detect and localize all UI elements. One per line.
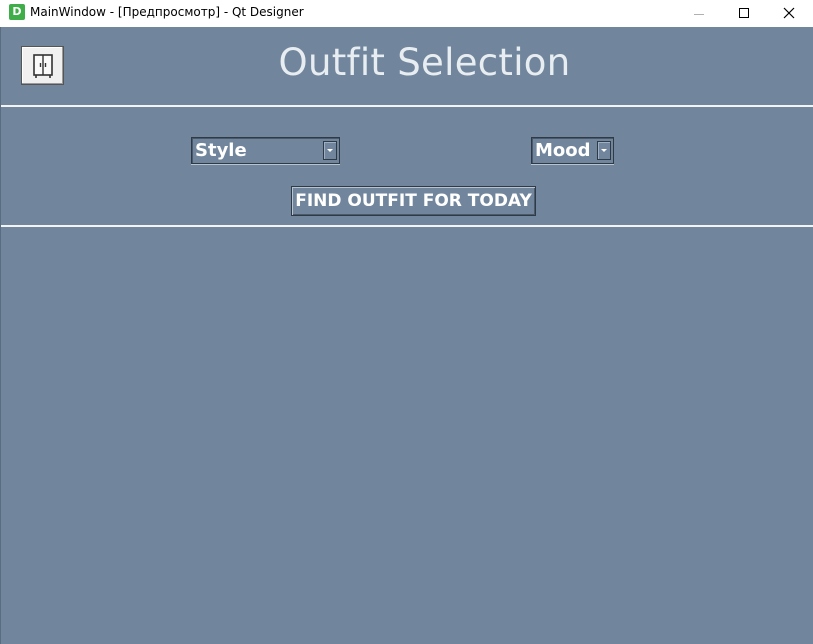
chevron-down-icon[interactable] — [597, 141, 611, 160]
minimize-button[interactable] — [676, 0, 722, 26]
style-combobox-value: Style — [195, 140, 247, 161]
page-title: Outfit Selection — [278, 41, 571, 84]
maximize-button[interactable] — [721, 0, 767, 26]
minimize-icon — [694, 13, 704, 15]
main-window-client-area: Outfit Selection Style Mood FIND OUTFIT … — [0, 27, 813, 644]
bottom-divider — [1, 225, 813, 227]
mood-combobox-value: Mood — [535, 140, 591, 161]
maximize-icon — [739, 8, 749, 18]
close-icon — [783, 7, 795, 19]
window-title: MainWindow - [Предпросмотр] - Qt Designe… — [30, 5, 304, 19]
top-divider — [1, 105, 813, 107]
qt-designer-app-icon: D — [9, 4, 25, 20]
close-button[interactable] — [766, 0, 812, 26]
find-outfit-button[interactable]: FIND OUTFIT FOR TODAY — [291, 186, 536, 216]
style-combobox[interactable]: Style — [191, 137, 340, 164]
mood-combobox[interactable]: Mood — [531, 137, 614, 164]
chevron-down-icon[interactable] — [323, 141, 337, 160]
title-bar: D MainWindow - [Предпросмотр] - Qt Desig… — [0, 0, 813, 26]
